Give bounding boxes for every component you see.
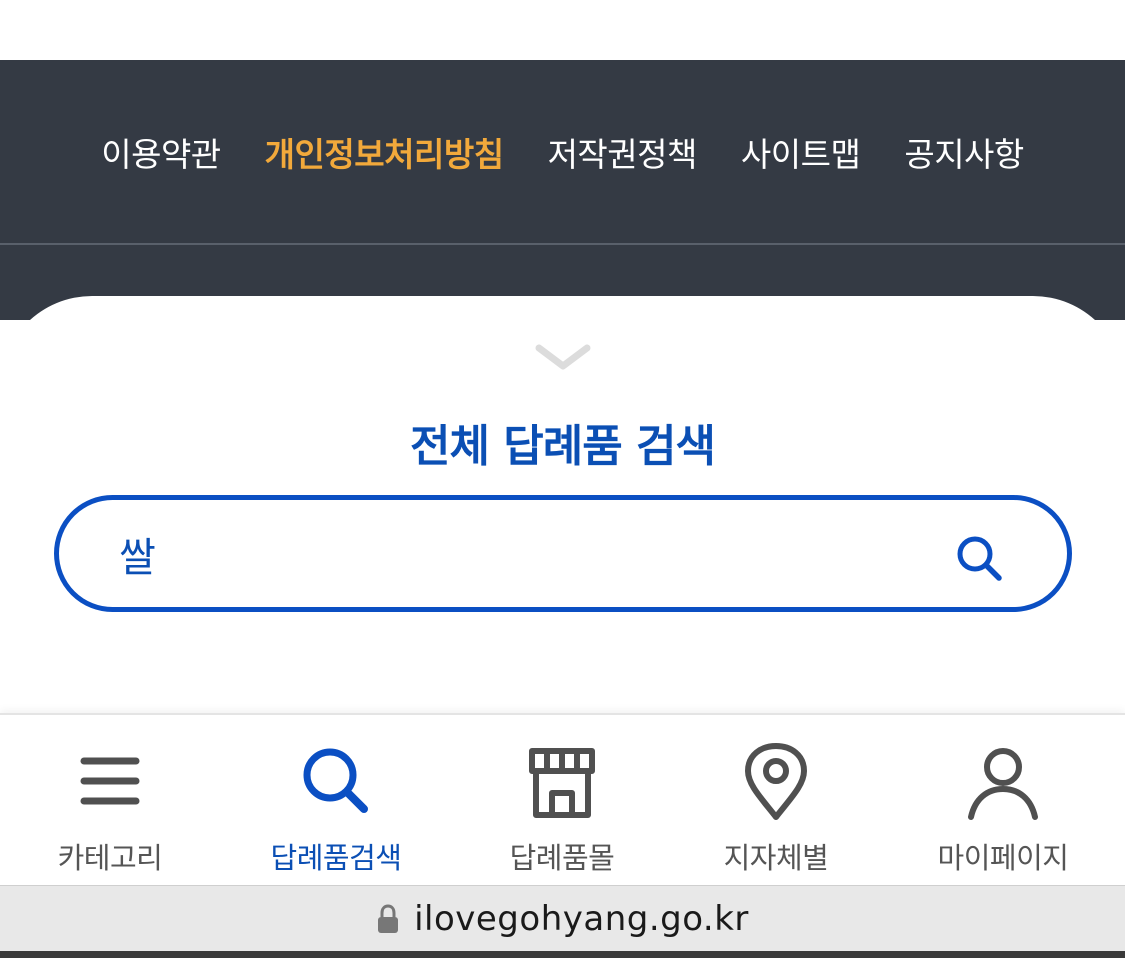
tab-my-page[interactable]: 마이페이지 [903, 743, 1103, 875]
tab-by-region-label: 지자체별 [723, 841, 829, 875]
footer-link-terms[interactable]: 이용약관 [101, 128, 221, 176]
search-icon [303, 748, 368, 813]
user-icon [968, 748, 1038, 820]
top-spacer [0, 0, 1125, 60]
footer-link-notice[interactable]: 공지사항 [904, 128, 1024, 176]
browser-bottom-edge [0, 951, 1125, 958]
search-bottom-sheet: 전체 답례품 검색 [0, 296, 1125, 756]
footer-link-privacy-policy[interactable]: 개인정보처리방침 [265, 128, 504, 176]
tab-gift-mall[interactable]: 답례품몰 [462, 743, 662, 875]
search-submit-button[interactable] [951, 530, 1009, 588]
footer-divider [0, 243, 1125, 245]
location-pin-icon [745, 743, 807, 820]
sheet-collapse-chevron-icon[interactable] [533, 342, 593, 372]
mobile-screen: 이용약관 개인정보처리방침 저작권정책 사이트맵 공지사항 전체 답례품 검색 [0, 0, 1125, 958]
site-footer: 이용약관 개인정보처리방침 저작권정책 사이트맵 공지사항 [0, 60, 1125, 320]
tab-category[interactable]: 카테고리 [10, 743, 210, 875]
footer-links: 이용약관 개인정보처리방침 저작권정책 사이트맵 공지사항 [0, 60, 1125, 243]
tab-category-label: 카테고리 [57, 841, 163, 875]
browser-url-text: ilovegohyang.go.kr [414, 898, 749, 939]
footer-link-sitemap[interactable]: 사이트맵 [741, 128, 861, 176]
search-sheet-title: 전체 답례품 검색 [410, 421, 716, 472]
store-icon [529, 748, 595, 818]
tab-gift-search[interactable]: 답례품검색 [236, 743, 436, 875]
bottom-tab-bar: 카테고리 답례품검색 답례품몰 지자체별 마이페이지 [0, 713, 1125, 885]
footer-link-copyright-policy[interactable]: 저작권정책 [548, 128, 698, 176]
search-input[interactable] [119, 520, 919, 588]
search-box [54, 495, 1072, 612]
search-icon [957, 536, 1002, 581]
tab-by-region[interactable]: 지자체별 [676, 743, 876, 875]
tab-gift-mall-label: 답례품몰 [509, 841, 615, 875]
menu-icon [80, 757, 140, 805]
tab-gift-search-label: 답례품검색 [270, 841, 402, 875]
browser-url-bar[interactable]: ilovegohyang.go.kr [0, 885, 1125, 951]
lock-icon [378, 903, 399, 933]
tab-my-page-label: 마이페이지 [937, 841, 1069, 875]
